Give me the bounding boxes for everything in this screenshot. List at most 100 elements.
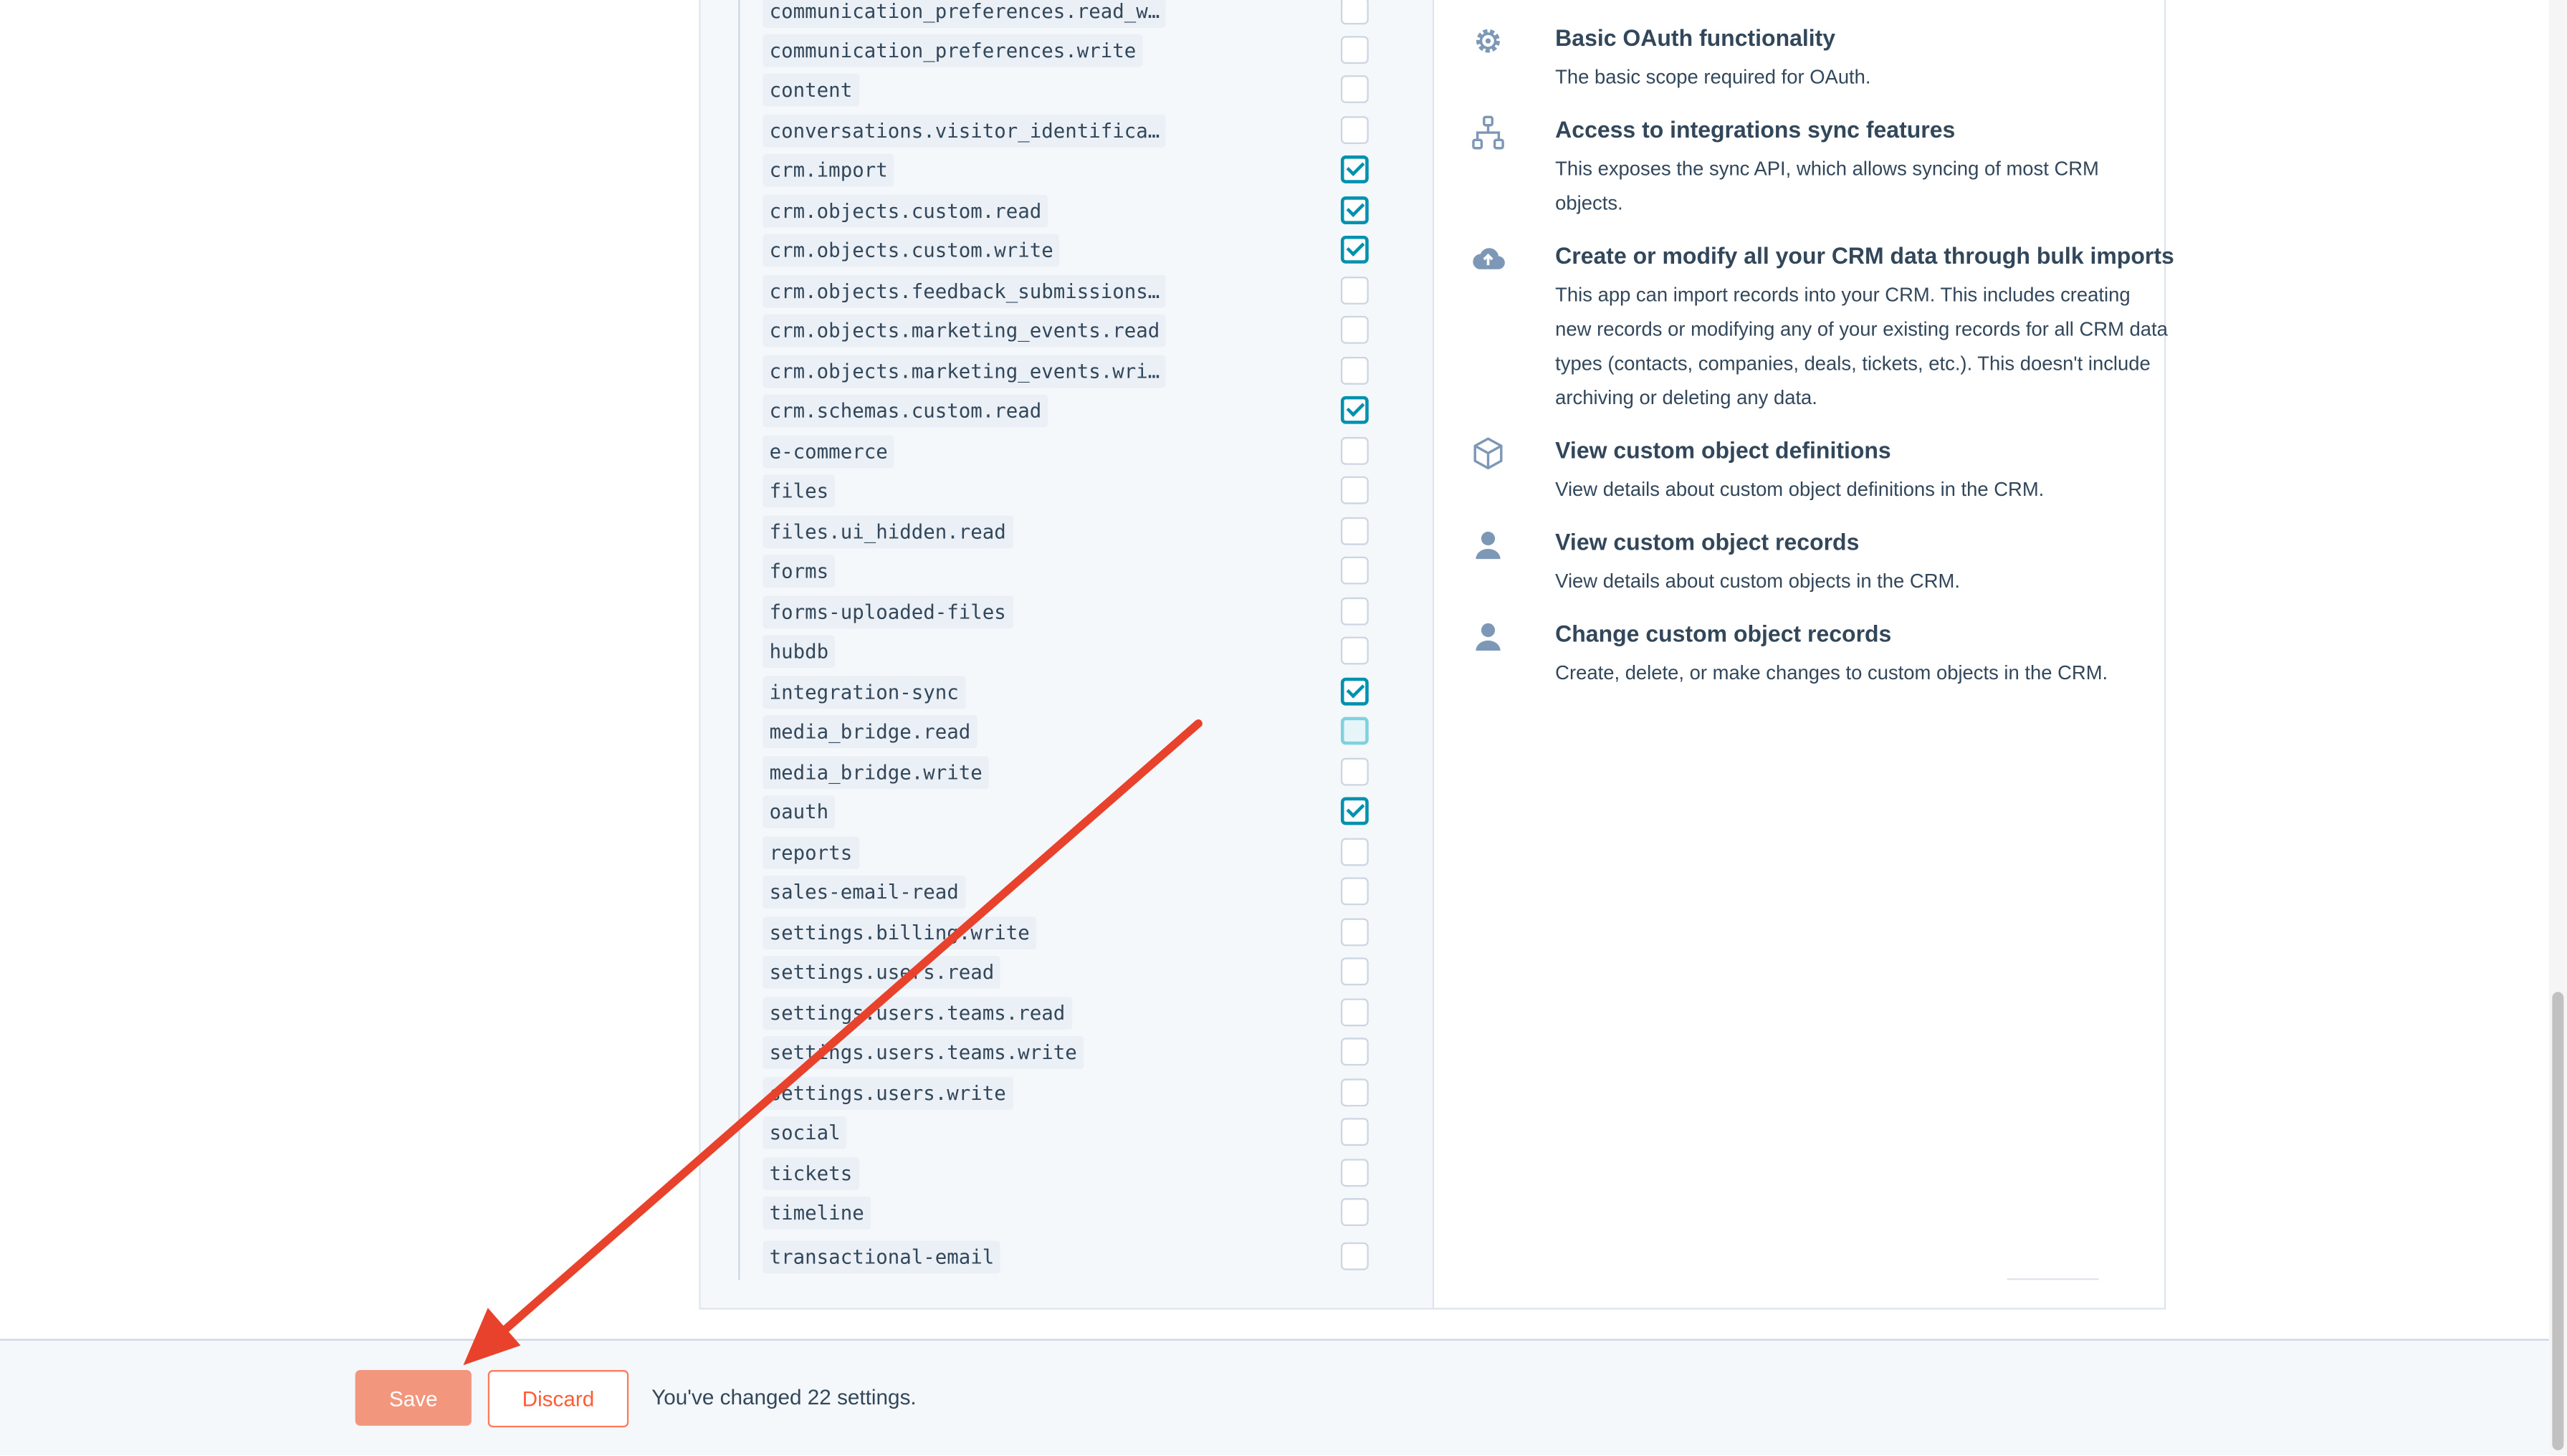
permission-description: Create, delete, or make changes to custo… xyxy=(1555,661,2108,684)
scope-checkbox[interactable] xyxy=(1340,636,1369,665)
save-bar: Save Discard You've changed 22 settings. xyxy=(0,1338,2549,1455)
gear-icon xyxy=(1470,23,1506,59)
scope-row: forms-uploaded-files xyxy=(763,595,1402,636)
scrollbar-thumb[interactable] xyxy=(2552,992,2564,1450)
scope-row: crm.objects.feedback_submissions… xyxy=(763,274,1402,315)
scope-name: communication_preferences.read_w… xyxy=(763,0,1167,28)
scope-checkbox[interactable] xyxy=(1340,1198,1369,1227)
scope-name: crm.import xyxy=(763,153,894,187)
scope-row: settings.users.write xyxy=(763,1077,1402,1116)
scope-name: oauth xyxy=(763,795,836,828)
scope-name: sales-email-read xyxy=(763,876,965,909)
scope-checkbox[interactable] xyxy=(1340,1242,1369,1270)
scope-row: communication_preferences.write xyxy=(763,34,1402,74)
scope-row: files.ui_hidden.read xyxy=(763,515,1402,555)
scope-name: settings.users.write xyxy=(763,1077,1013,1110)
scope-checkbox[interactable] xyxy=(1340,476,1369,504)
scope-name: crm.objects.marketing_events.read xyxy=(763,314,1167,348)
scope-name: reports xyxy=(763,836,859,870)
scope-name: media_bridge.read xyxy=(763,715,977,748)
scope-checkbox[interactable] xyxy=(1340,36,1369,64)
scope-checkbox[interactable] xyxy=(1340,75,1369,103)
scope-checkbox[interactable] xyxy=(1340,957,1369,986)
scope-checkbox[interactable] xyxy=(1340,155,1369,183)
sync-hierarchy-icon xyxy=(1470,115,1506,150)
permission-description: This exposes the sync API, which allows … xyxy=(1555,157,2099,215)
scope-row: crm.objects.marketing_events.wri… xyxy=(763,355,1402,395)
save-button[interactable]: Save xyxy=(355,1370,472,1426)
scope-checkbox[interactable] xyxy=(1340,196,1369,224)
scope-checkbox[interactable] xyxy=(1340,116,1369,145)
scope-checkbox[interactable] xyxy=(1340,1078,1369,1107)
scope-name: settings.users.teams.write xyxy=(763,1036,1084,1069)
scope-checkbox[interactable] xyxy=(1340,838,1369,866)
scope-row: reports xyxy=(763,836,1402,876)
scope-checkbox[interactable] xyxy=(1340,677,1369,706)
scope-row: integration-sync xyxy=(763,676,1402,715)
scope-checkbox[interactable] xyxy=(1340,1159,1369,1187)
permission-title: Access to integrations sync features xyxy=(1555,116,1956,143)
scope-row: crm.objects.custom.read xyxy=(763,194,1402,234)
scope-name: crm.objects.custom.read xyxy=(763,194,1048,228)
scope-checkbox[interactable] xyxy=(1340,1038,1369,1066)
permission-title: View custom object definitions xyxy=(1555,436,1891,464)
scope-name: crm.objects.custom.write xyxy=(763,234,1060,267)
scope-list-column: communication_preferences.read_w…communi… xyxy=(700,0,2099,1308)
scope-checkbox[interactable] xyxy=(1340,356,1369,385)
changes-status: You've changed 22 settings. xyxy=(651,1384,917,1409)
scope-row: tickets xyxy=(763,1157,1402,1197)
scope-row: crm.objects.custom.write xyxy=(763,234,1402,274)
scope-name: settings.billing.write xyxy=(763,916,1036,949)
scope-name: settings.users.read xyxy=(763,956,1001,989)
scope-row: settings.billing.write xyxy=(763,916,1402,956)
scope-name: crm.objects.feedback_submissions… xyxy=(763,274,1167,308)
scope-row: crm.import xyxy=(763,153,1402,193)
scope-checkbox[interactable] xyxy=(1340,436,1369,465)
scope-name: forms xyxy=(763,555,836,588)
scope-row: media_bridge.write xyxy=(763,756,1402,795)
scope-row: media_bridge.read xyxy=(763,715,1402,755)
scope-checkbox[interactable] xyxy=(1340,757,1369,786)
scope-checkbox[interactable] xyxy=(1340,235,1369,264)
scope-checkbox[interactable] xyxy=(1340,315,1369,344)
scope-row: files xyxy=(763,474,1402,514)
cube-icon xyxy=(1470,436,1506,471)
scope-row: hubdb xyxy=(763,635,1402,674)
scope-row: content xyxy=(763,73,1402,113)
scope-checkbox[interactable] xyxy=(1340,1118,1369,1146)
scope-name: crm.objects.marketing_events.wri… xyxy=(763,355,1167,388)
scope-row: settings.users.read xyxy=(763,956,1402,995)
person-icon xyxy=(1470,619,1506,655)
scope-name: transactional-email xyxy=(763,1240,1001,1274)
scope-name: conversations.visitor_identifica… xyxy=(763,114,1167,148)
permission-title: Basic OAuth functionality xyxy=(1555,24,1836,51)
permission-title: View custom object records xyxy=(1555,528,1860,555)
scope-row: forms xyxy=(763,555,1402,594)
permission-title: Create or modify all your CRM data throu… xyxy=(1555,242,2174,269)
scope-row: timeline xyxy=(763,1196,1402,1236)
scope-row: crm.objects.marketing_events.read xyxy=(763,314,1402,354)
page-scrollbar[interactable] xyxy=(2548,0,2567,1455)
scope-name: communication_preferences.write xyxy=(763,34,1143,67)
cloud-upload-icon xyxy=(1470,241,1506,277)
scope-checkbox[interactable] xyxy=(1340,877,1369,906)
scope-checkbox[interactable] xyxy=(1340,998,1369,1027)
scope-checkbox[interactable] xyxy=(1340,396,1369,424)
scope-name: timeline xyxy=(763,1196,871,1230)
scope-checkbox[interactable] xyxy=(1340,277,1369,305)
discard-button[interactable]: Discard xyxy=(487,1370,629,1427)
scopes-panel: communication_preferences.read_w…communi… xyxy=(699,0,2174,1310)
scope-checkbox[interactable] xyxy=(1340,556,1369,585)
permissions-list: Basic OAuth functionality The basic scope… xyxy=(1434,0,2174,1308)
scope-checkbox[interactable] xyxy=(1340,597,1369,626)
scope-checkbox[interactable] xyxy=(1340,717,1369,745)
scope-row: e-commerce xyxy=(763,435,1402,475)
permission-title: Change custom object records xyxy=(1555,620,1892,647)
person-icon xyxy=(1470,527,1506,563)
scope-checkbox[interactable] xyxy=(1340,797,1369,825)
scope-name: integration-sync xyxy=(763,676,965,709)
scope-checkbox[interactable] xyxy=(1340,0,1369,25)
scope-checkbox[interactable] xyxy=(1340,517,1369,545)
app-stage: communication_preferences.read_w…communi… xyxy=(0,0,2567,1455)
scope-checkbox[interactable] xyxy=(1340,918,1369,947)
